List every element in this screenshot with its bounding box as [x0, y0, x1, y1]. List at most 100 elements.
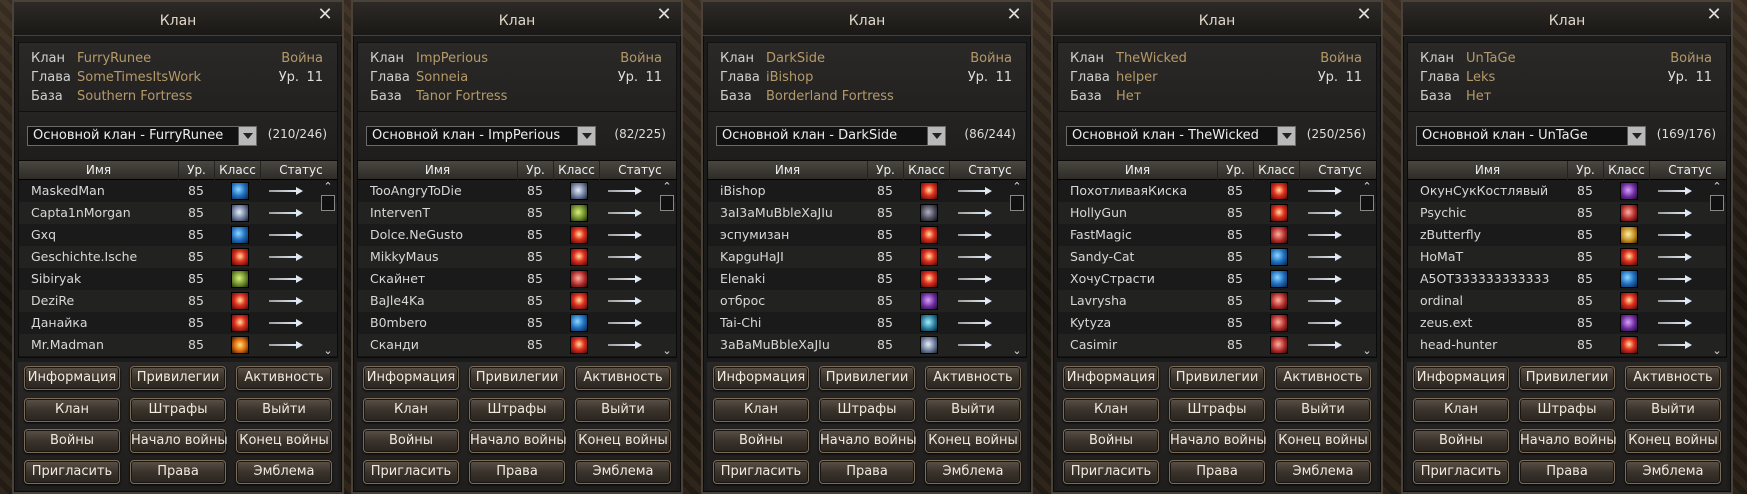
table-row[interactable]: A5OT333333333333 85: [1408, 268, 1726, 290]
activity-button[interactable]: Активность: [1625, 366, 1721, 390]
scroll-down-icon[interactable]: ⌄: [1360, 345, 1374, 357]
table-row[interactable]: Mr.Madman 85: [19, 334, 337, 356]
table-row[interactable]: MaskedMan 85: [19, 180, 337, 202]
chevron-down-icon[interactable]: [1277, 127, 1295, 145]
subclan-select[interactable]: Основной клан - TheWicked: [1066, 126, 1296, 146]
col-level-header[interactable]: Ур.: [179, 161, 215, 180]
table-row[interactable]: zeus.ext 85: [1408, 312, 1726, 334]
col-name-header[interactable]: Имя: [708, 161, 868, 180]
table-row[interactable]: эспумизан 85: [708, 224, 1026, 246]
close-icon[interactable]: ✕: [1005, 6, 1023, 24]
scroll-thumb[interactable]: [321, 195, 335, 211]
table-row[interactable]: Tai-Chi 85: [708, 312, 1026, 334]
wars-button[interactable]: Войны: [1413, 429, 1509, 453]
scroll-up-icon[interactable]: ⌃: [321, 181, 335, 193]
col-level-header[interactable]: Ур.: [1568, 161, 1604, 180]
table-row[interactable]: Sibiryak 85: [19, 268, 337, 290]
penalties-button[interactable]: Штрафы: [469, 398, 565, 422]
col-name-header[interactable]: Имя: [19, 161, 179, 180]
start-war-button[interactable]: Начало войны: [819, 429, 917, 453]
penalties-button[interactable]: Штрафы: [1519, 398, 1615, 422]
table-row[interactable]: BaJle4Ka 85: [358, 290, 676, 312]
scroll-up-icon[interactable]: ⌃: [660, 181, 674, 193]
rights-button[interactable]: Права: [130, 460, 226, 484]
scroll-thumb[interactable]: [1010, 195, 1024, 211]
table-row[interactable]: head-hunter 85: [1408, 334, 1726, 356]
leave-button[interactable]: Выйти: [925, 398, 1021, 422]
col-class-header[interactable]: Класс: [554, 161, 600, 180]
table-row[interactable]: KapguHaJI 85: [708, 246, 1026, 268]
window-titlebar[interactable]: Клан ✕: [1403, 2, 1731, 36]
invite-button[interactable]: Пригласить: [363, 460, 459, 484]
table-row[interactable]: 3aBaMuBbleXaJIu 85: [708, 334, 1026, 356]
wars-button[interactable]: Войны: [1063, 429, 1159, 453]
chevron-down-icon[interactable]: [1627, 127, 1645, 145]
clan-button[interactable]: Клан: [24, 398, 120, 422]
col-level-header[interactable]: Ур.: [1218, 161, 1254, 180]
scroll-down-icon[interactable]: ⌄: [1710, 345, 1724, 357]
table-row[interactable]: Скайнет 85: [358, 268, 676, 290]
leave-button[interactable]: Выйти: [1625, 398, 1721, 422]
privileges-button[interactable]: Привилегии: [1519, 366, 1615, 390]
table-row[interactable]: ХочуСтрасти 85: [1058, 268, 1376, 290]
privileges-button[interactable]: Привилегии: [469, 366, 565, 390]
scroll-down-icon[interactable]: ⌄: [321, 345, 335, 357]
table-row[interactable]: HollyGun 85: [1058, 202, 1376, 224]
invite-button[interactable]: Пригласить: [1413, 460, 1509, 484]
emblem-button[interactable]: Эмблема: [575, 460, 671, 484]
info-button[interactable]: Информация: [1413, 366, 1509, 390]
close-icon[interactable]: ✕: [655, 6, 673, 24]
close-icon[interactable]: ✕: [1705, 6, 1723, 24]
col-class-header[interactable]: Класс: [215, 161, 261, 180]
col-level-header[interactable]: Ур.: [518, 161, 554, 180]
scroll-up-icon[interactable]: ⌃: [1710, 181, 1724, 193]
emblem-button[interactable]: Эмблема: [925, 460, 1021, 484]
col-class-header[interactable]: Класс: [1604, 161, 1650, 180]
col-status-header[interactable]: Статус: [950, 161, 1030, 180]
info-button[interactable]: Информация: [1063, 366, 1159, 390]
table-row[interactable]: Elenaki 85: [708, 268, 1026, 290]
rights-button[interactable]: Права: [1519, 460, 1615, 484]
table-row[interactable]: DeziRe 85: [19, 290, 337, 312]
subclan-select[interactable]: Основной клан - UnTaGe: [1416, 126, 1646, 146]
rights-button[interactable]: Права: [819, 460, 915, 484]
clan-button[interactable]: Клан: [363, 398, 459, 422]
table-row[interactable]: Geschichte.Ische 85: [19, 246, 337, 268]
table-row[interactable]: iBishop 85: [708, 180, 1026, 202]
chevron-down-icon[interactable]: [238, 127, 256, 145]
window-titlebar[interactable]: Клан ✕: [703, 2, 1031, 36]
rights-button[interactable]: Права: [469, 460, 565, 484]
end-war-button[interactable]: Конец войны: [925, 429, 1021, 453]
emblem-button[interactable]: Эмблема: [1275, 460, 1371, 484]
table-row[interactable]: Dolce.NeGusto 85: [358, 224, 676, 246]
window-titlebar[interactable]: Клан ✕: [353, 2, 681, 36]
table-row[interactable]: Gxq 85: [19, 224, 337, 246]
start-war-button[interactable]: Начало войны: [130, 429, 228, 453]
invite-button[interactable]: Пригласить: [24, 460, 120, 484]
table-row[interactable]: zButterfly 85: [1408, 224, 1726, 246]
scroll-down-icon[interactable]: ⌄: [660, 345, 674, 357]
table-row[interactable]: ОкунСукКостлявый 85: [1408, 180, 1726, 202]
table-row[interactable]: Sandy-Cat 85: [1058, 246, 1376, 268]
table-row[interactable]: IntervenT 85: [358, 202, 676, 224]
col-name-header[interactable]: Имя: [1408, 161, 1568, 180]
activity-button[interactable]: Активность: [236, 366, 332, 390]
col-level-header[interactable]: Ур.: [868, 161, 904, 180]
table-row[interactable]: HoMaT 85: [1408, 246, 1726, 268]
penalties-button[interactable]: Штрафы: [819, 398, 915, 422]
scroll-up-icon[interactable]: ⌃: [1360, 181, 1374, 193]
invite-button[interactable]: Пригласить: [1063, 460, 1159, 484]
emblem-button[interactable]: Эмблема: [236, 460, 332, 484]
scroll-thumb[interactable]: [660, 195, 674, 211]
scrollbar[interactable]: ⌃ ⌄: [1360, 181, 1374, 357]
start-war-button[interactable]: Начало войны: [469, 429, 567, 453]
leave-button[interactable]: Выйти: [236, 398, 332, 422]
penalties-button[interactable]: Штрафы: [1169, 398, 1265, 422]
emblem-button[interactable]: Эмблема: [1625, 460, 1721, 484]
info-button[interactable]: Информация: [713, 366, 809, 390]
col-status-header[interactable]: Статус: [600, 161, 680, 180]
chevron-down-icon[interactable]: [577, 127, 595, 145]
clan-button[interactable]: Клан: [1413, 398, 1509, 422]
col-class-header[interactable]: Класс: [1254, 161, 1300, 180]
activity-button[interactable]: Активность: [925, 366, 1021, 390]
